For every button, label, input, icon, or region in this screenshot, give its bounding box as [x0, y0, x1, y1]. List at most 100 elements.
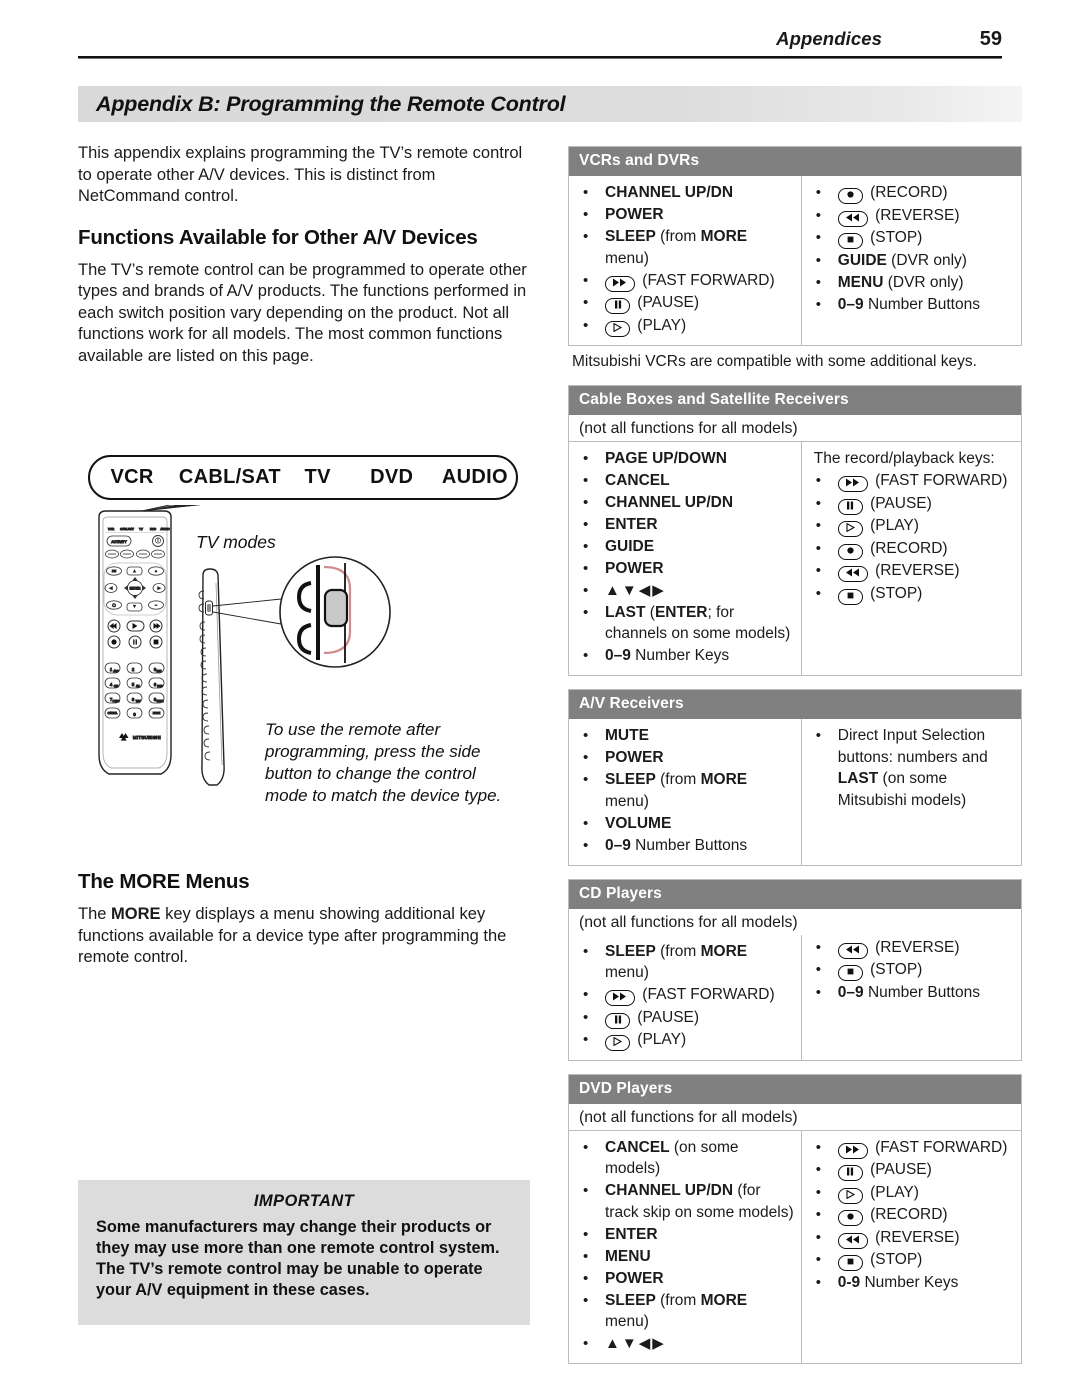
key-name-secondary: MORE: [700, 228, 748, 245]
bullet-icon: •: [583, 1031, 589, 1048]
key-detail: (REVERSE): [870, 206, 960, 224]
direction-arrows-icon: ▲▼◀▶: [605, 1335, 666, 1352]
key-list-item: • (FAST FORWARD): [575, 984, 795, 1006]
key-name: POWER: [605, 206, 664, 223]
table-cable-satellite: Cable Boxes and Satellite Receivers (not…: [568, 384, 1022, 676]
important-callout-box: IMPORTANT Some manufacturers may change …: [78, 1180, 530, 1325]
key-name-secondary: ENTER: [654, 603, 708, 621]
direction-arrows-icon: ▲▼◀▶: [605, 581, 666, 599]
appendix-title-bar: Appendix B: Programming the Remote Contr…: [78, 86, 1022, 122]
key-name-secondary: LAST: [837, 770, 879, 787]
svg-text:JKL: JKL: [136, 685, 141, 688]
key-list-item: • POWER: [575, 747, 795, 769]
page-header: Appendices 59: [78, 28, 1002, 59]
svg-text:DEF: DEF: [157, 670, 162, 673]
pause-icon: [837, 1165, 863, 1181]
mode-label-vcr: VCR: [110, 466, 154, 488]
play-icon: [605, 1035, 630, 1051]
key-list-item: • CANCEL: [575, 470, 795, 492]
fast-forward-icon: [837, 1142, 868, 1159]
key-name: CANCEL: [605, 471, 670, 489]
key-list-item: • (PAUSE): [808, 493, 1015, 515]
bullet-icon: •: [583, 1247, 589, 1265]
appendix-title: Appendix B: Programming the Remote Contr…: [96, 91, 566, 116]
header-rule: [78, 56, 1002, 59]
key-detail: (PAUSE): [865, 1161, 932, 1178]
svg-text:PQRS: PQRS: [113, 700, 120, 703]
mode-label-dvd: DVD: [370, 466, 414, 488]
table-av-receivers: A/V Receivers • MUTE • POWER • SLEEP (from MO…: [568, 689, 1022, 866]
key-detail: (from: [655, 771, 701, 788]
key-detail: Number Buttons: [863, 983, 980, 1001]
key-list-item: • (PLAY): [575, 1029, 795, 1051]
tv-modes-caption: TV modes: [196, 532, 276, 552]
vcrs-dvrs-right-list: • (RECORD) • (REVERSE) • (STOP) • GUIDE (DVR…: [808, 182, 1015, 315]
key-list-item: • 0–9 Number Buttons: [808, 982, 1015, 1004]
bullet-icon: •: [583, 184, 589, 201]
key-list-item: • (REVERSE): [808, 1227, 1015, 1249]
key-name: SLEEP: [605, 1291, 656, 1309]
key-detail: (RECORD): [865, 184, 948, 201]
key-list-item: • SLEEP (from MORE menu): [575, 1290, 795, 1333]
key-name: POWER: [605, 749, 664, 766]
bullet-icon: •: [815, 494, 822, 512]
svg-text:TV: TV: [139, 527, 143, 531]
cd-players-right-list: • (REVERSE) • (STOP) • 0–9 Number Buttons: [808, 937, 1015, 1004]
key-detail: (STOP): [865, 584, 923, 602]
svg-text:ACTIVITY: ACTIVITY: [111, 540, 127, 544]
bullet-icon: •: [583, 727, 589, 744]
bullet-icon: •: [815, 229, 822, 246]
mode-label-cablsat: CABL/SAT: [178, 466, 281, 488]
left-column: This appendix explains programming the T…: [78, 143, 533, 385]
right-column: VCRs and DVRs • CHANNEL UP/DN • POWER • SLEEP…: [568, 146, 1022, 1377]
bullet-icon: •: [815, 983, 822, 1001]
key-list-item: • CHANNEL UP/DN: [575, 182, 795, 204]
functions-available-paragraph: The TV’s remote control can be programme…: [78, 260, 527, 365]
key-detail-secondary: menu): [605, 964, 649, 981]
svg-text:MITSUBISHI: MITSUBISHI: [133, 735, 161, 740]
intro-paragraph: This appendix explains programming the T…: [78, 144, 523, 205]
bullet-icon: •: [815, 584, 822, 602]
key-name: SLEEP: [605, 228, 656, 245]
svg-text:WXYZ: WXYZ: [157, 700, 164, 703]
more-key-name: MORE: [111, 905, 161, 923]
key-name: GUIDE: [837, 251, 887, 269]
key-list-item: • (RECORD): [808, 1204, 1015, 1226]
more-menus-part-1: The: [78, 905, 112, 923]
key-detail: Number Buttons: [630, 836, 748, 854]
key-detail: (STOP): [865, 1251, 923, 1268]
vcr-footnote: Mitsubishi VCRs are compatible with some…: [572, 353, 977, 370]
key-name: SLEEP: [605, 942, 656, 960]
key-list-item: • MUTE: [575, 725, 795, 747]
mode-switch-callout: VCR CABL/SAT TV DVD AUDIO: [88, 455, 518, 500]
key-list-item: • 0–9 Number Buttons: [575, 835, 795, 857]
key-detail: (STOP): [865, 229, 923, 246]
key-list-item: • 0–9 Number Keys: [575, 645, 795, 667]
key-name: POWER: [605, 1269, 664, 1287]
bullet-icon: •: [815, 1183, 822, 1201]
key-detail: (REVERSE): [870, 1228, 960, 1246]
bullet-icon: •: [815, 1206, 822, 1223]
bullet-icon: •: [583, 1008, 589, 1026]
svg-text:DE: DE: [112, 569, 116, 573]
bullet-icon: •: [815, 251, 822, 269]
pause-icon: [605, 298, 630, 314]
key-name: 0–9: [837, 295, 864, 313]
stop-icon: [837, 1255, 863, 1271]
running-head-title: Appendices: [776, 28, 882, 49]
bullet-icon: •: [815, 184, 822, 201]
pause-icon: [837, 498, 863, 515]
key-detail: (PAUSE): [865, 494, 932, 512]
key-list-item: • Direct Input Selection buttons: numbers…: [808, 725, 1015, 811]
play-icon: [605, 320, 630, 337]
key-name: SLEEP: [605, 771, 656, 788]
bullet-icon: •: [583, 471, 589, 489]
bullet-icon: •: [815, 206, 822, 224]
bullet-icon: •: [583, 771, 589, 788]
dvd-players-left-list: • CANCEL (on some models) • CHANNEL UP/DN (…: [575, 1137, 795, 1355]
fast-forward-icon: [605, 990, 635, 1006]
key-name-secondary: MORE: [700, 771, 748, 788]
key-list-item: • (PAUSE): [575, 1007, 795, 1029]
bullet-icon: •: [583, 1335, 589, 1352]
key-list-item: • (PLAY): [808, 1182, 1015, 1204]
